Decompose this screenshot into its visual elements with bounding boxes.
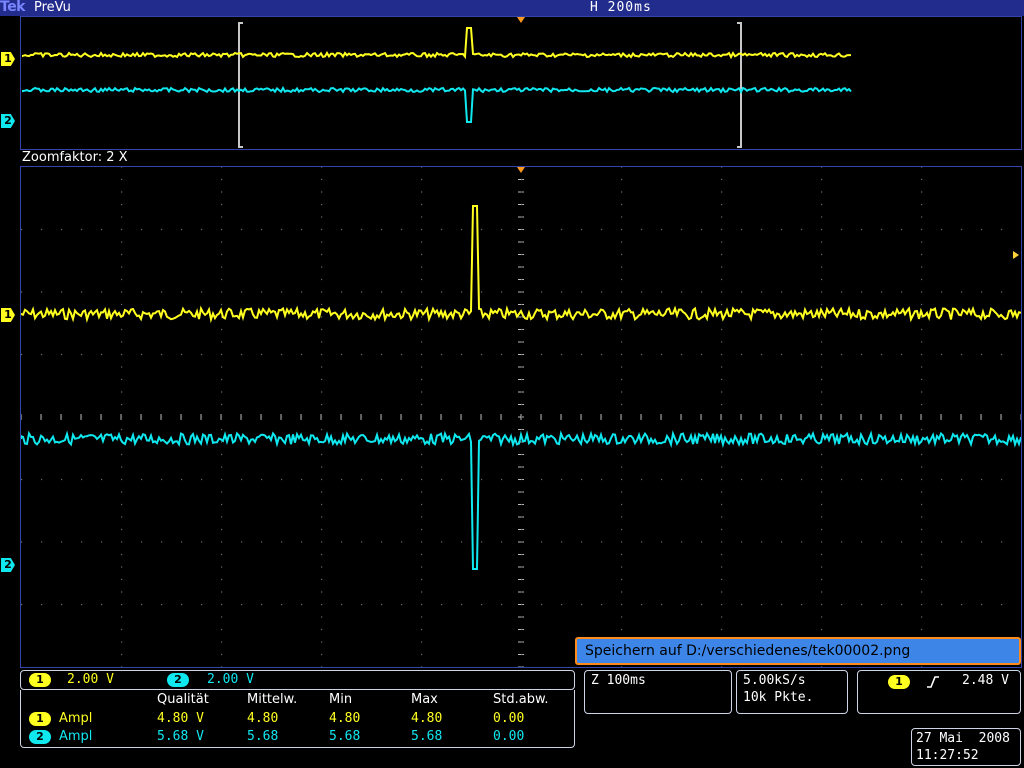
save-notification: Speichern auf D:/verschiedenes/tek00002.… [575, 637, 1021, 665]
time: 11:27:52 [916, 748, 979, 763]
value-min: 5.68 [329, 729, 361, 744]
zoom-timebase: Z 100ms [591, 673, 646, 688]
title-bar [0, 0, 1024, 16]
graticule-grid [20, 166, 1023, 668]
brand-logo: Tek [0, 0, 26, 15]
mode-label: PreVu [34, 0, 71, 15]
ch1-zoom-marker[interactable]: 1 [1, 308, 15, 322]
ch1-overview-marker[interactable]: 1 [1, 52, 15, 66]
overview-waveforms [22, 17, 852, 148]
record-length: 10k Pkte. [743, 690, 814, 705]
overview-trace-ch2 [22, 85, 852, 123]
column-header: Mittelw. [247, 692, 298, 707]
trigger-position-icon [517, 167, 525, 173]
save-message: Speichern auf D:/verschiedenes/tek00002.… [585, 643, 911, 659]
zoom-trace-ch1 [20, 205, 1022, 324]
column-header: Std.abw. [493, 692, 549, 707]
value-max: 5.68 [411, 729, 443, 744]
zoom-graticule[interactable] [20, 166, 1023, 668]
column-header: Qualität [157, 692, 209, 707]
zoom-timebase-box[interactable]: Z 100ms [584, 670, 732, 714]
ch2-badge[interactable]: 2 [167, 673, 189, 687]
grid-dots [21, 166, 1023, 668]
overview-trace-ch1 [22, 27, 851, 60]
column-header: Min [329, 692, 353, 707]
ch1-volts-div[interactable]: 2.00 V [67, 672, 114, 688]
trigger-source-badge: 1 [888, 675, 910, 689]
date: 27 Mai 2008 [916, 731, 1010, 746]
table-row[interactable]: 2 Ampl 5.68 V 5.68 5.68 5.68 0.00 [21, 728, 576, 746]
value-mean: 5.68 [247, 729, 279, 744]
measurement-name: Ampl [59, 711, 93, 726]
value-max: 4.80 [411, 711, 443, 726]
ch2-overview-marker[interactable]: 2 [1, 114, 15, 128]
trigger-position-icon [517, 17, 525, 23]
vertical-scale-box[interactable]: 1 2.00 V 2 2.00 V [20, 670, 575, 690]
trigger-level: 2.48 V [962, 673, 1009, 688]
channel-badge: 2 [29, 730, 51, 744]
measurement-table[interactable]: Qualität Mittelw. Min Max Std.abw. 1 Amp… [20, 690, 575, 748]
acquisition-box[interactable]: 5.00kS/s 10k Pkte. [736, 670, 848, 714]
value-min: 4.80 [329, 711, 361, 726]
value-quality: 5.68 V [157, 729, 204, 744]
ch2-zoom-marker[interactable]: 2 [1, 558, 15, 572]
rising-edge-icon [926, 674, 940, 693]
zoom-factor-label: Zoomfaktor: 2 X [22, 150, 128, 165]
horizontal-scale: H 200ms [590, 0, 652, 15]
trigger-level-icon [1013, 251, 1019, 259]
value-std: 0.00 [493, 711, 525, 726]
table-row[interactable]: 1 Ampl 4.80 V 4.80 4.80 4.80 0.00 [21, 710, 576, 728]
value-quality: 4.80 V [157, 711, 204, 726]
trigger-box[interactable]: 1 2.48 V [857, 670, 1021, 714]
measurement-name: Ampl [59, 729, 93, 744]
value-mean: 4.80 [247, 711, 279, 726]
overview-panel[interactable] [20, 16, 1022, 150]
zoom-trace-ch2 [20, 430, 1022, 570]
ch1-badge[interactable]: 1 [29, 673, 51, 687]
ch2-volts-div[interactable]: 2.00 V [207, 672, 254, 688]
column-header: Max [411, 692, 438, 707]
value-std: 0.00 [493, 729, 525, 744]
sample-rate: 5.00kS/s [743, 673, 806, 688]
zoom-bracket [238, 22, 742, 148]
datetime-box: 27 Mai 2008 11:27:52 [911, 728, 1021, 766]
channel-badge: 1 [29, 712, 51, 726]
